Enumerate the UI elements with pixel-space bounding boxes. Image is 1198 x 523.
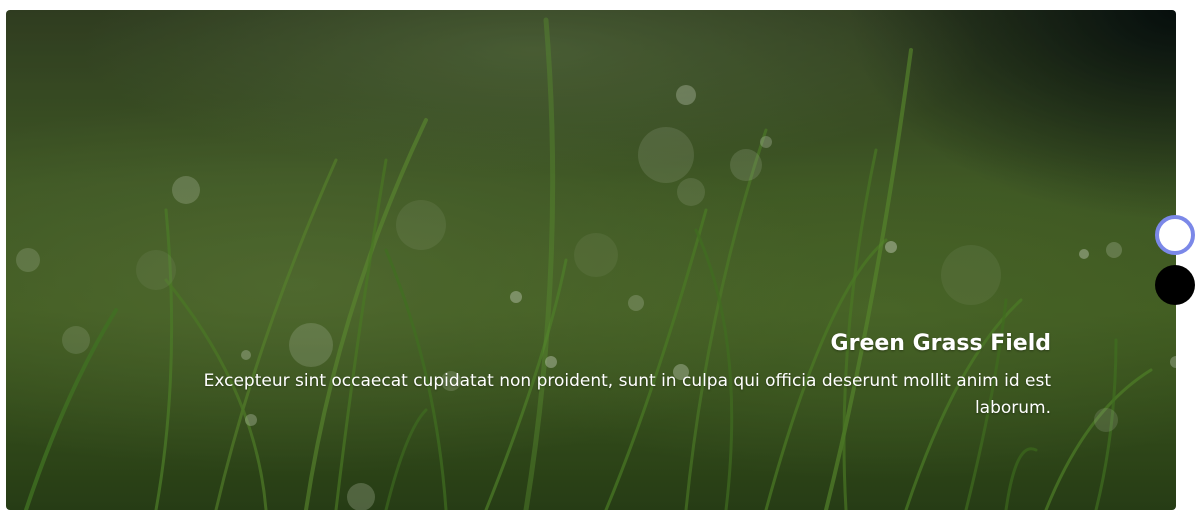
slide-indicator-2[interactable]	[1155, 265, 1195, 305]
slide-description: Excepteur sint occaecat cupidatat non pr…	[203, 371, 1051, 418]
slide-indicators	[1155, 215, 1195, 315]
slide-title: Green Grass Field	[830, 331, 1051, 356]
image-slider: Green Grass Field Excepteur sint occaeca…	[0, 0, 1198, 523]
slide-caption: Green Grass Field Excepteur sint occaeca…	[171, 330, 1051, 422]
slide-indicator-1[interactable]	[1155, 215, 1195, 255]
slide-overlay	[6, 10, 1176, 510]
slide-green-grass	[6, 10, 1176, 510]
